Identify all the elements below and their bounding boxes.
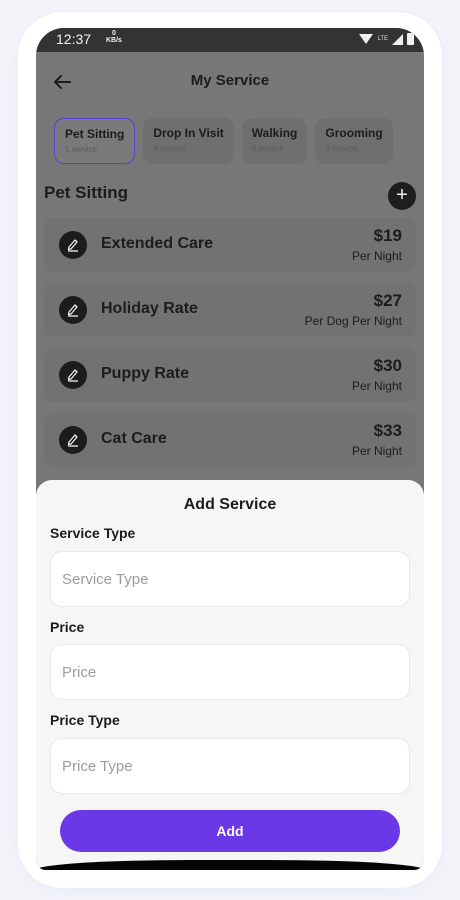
service-price-unit: Per Dog Per Night [304, 314, 402, 328]
service-name: Holiday Rate [101, 300, 198, 317]
section-title: Pet Sitting [44, 183, 129, 202]
tab-label: Pet Sitting [65, 127, 125, 141]
add-button[interactable]: Add [60, 810, 400, 852]
service-name: Puppy Rate [101, 365, 190, 382]
tab-count: 0 service [251, 144, 284, 153]
service-price-unit: Per Night [351, 249, 402, 263]
wifi-icon [359, 34, 374, 44]
device-bottom-edge [36, 860, 424, 870]
service-name: Extended Care [101, 235, 214, 252]
service-category-tabs: Pet Sitting 5 service Drop In Visit 4 se… [54, 118, 393, 166]
app-header: My Service [36, 52, 424, 114]
service-price: $33 [373, 421, 402, 440]
network-speed: 0 KB/s [106, 30, 122, 44]
service-price: $30 [373, 356, 402, 375]
network-speed-value: 0 [112, 30, 116, 37]
tab-label: Drop In Visit [153, 126, 224, 140]
service-price-unit: Per Night [351, 379, 402, 393]
sheet-title: Add Service [183, 496, 277, 513]
lte-indicator: LTE [377, 36, 388, 42]
price-type-label: Price Type [50, 712, 120, 728]
pencil-icon [67, 239, 78, 252]
tab-label: Walking [251, 126, 298, 140]
price-label: Price [50, 619, 85, 635]
service-card[interactable]: Holiday Rate $27 Per Dog Per Night [44, 283, 416, 337]
status-time: 12:37 [56, 31, 92, 47]
edit-button[interactable] [59, 296, 87, 324]
tab-label: Grooming [325, 126, 383, 140]
page-title: My Service [190, 72, 270, 89]
edit-button[interactable] [59, 231, 87, 259]
pencil-icon [67, 434, 78, 447]
service-card[interactable]: Cat Care $33 Per Night [44, 413, 416, 467]
service-price: $19 [373, 226, 402, 245]
tab-count: 3 service [325, 144, 358, 153]
plus-icon: + [396, 184, 408, 206]
edit-button[interactable] [59, 426, 87, 454]
service-price: $27 [373, 291, 402, 310]
status-bar: 12:37 0 KB/s LTE [36, 28, 424, 52]
status-icons: LTE [359, 33, 414, 45]
tab-pet-sitting[interactable]: Pet Sitting 5 service [54, 118, 136, 164]
service-price-unit: Per Night [351, 444, 402, 458]
tab-count: 4 service [153, 144, 186, 153]
edit-button[interactable] [59, 361, 87, 389]
pencil-icon [67, 304, 78, 317]
service-type-input[interactable] [50, 551, 410, 607]
app-screen: 12:37 0 KB/s LTE My Service Pet Sitting … [36, 28, 424, 870]
battery-icon [407, 33, 414, 45]
pencil-icon [67, 369, 78, 382]
tab-grooming[interactable]: Grooming 3 service [315, 118, 393, 164]
tab-count: 5 service [65, 145, 98, 154]
service-type-label: Service Type [50, 525, 136, 541]
price-type-input[interactable] [50, 738, 410, 794]
signal-icon [392, 33, 403, 45]
service-name: Cat Care [101, 430, 167, 447]
tab-drop-in-visit[interactable]: Drop In Visit 4 service [143, 118, 234, 164]
price-input[interactable] [50, 644, 410, 700]
add-service-sheet: Add Service Service Type Price Price Typ… [36, 480, 424, 870]
service-card[interactable]: Puppy Rate $30 Per Night [44, 348, 416, 402]
network-speed-unit: KB/s [106, 37, 122, 44]
add-service-button[interactable]: + [388, 182, 416, 210]
service-card[interactable]: Extended Care $19 Per Night [44, 218, 416, 272]
tab-walking[interactable]: Walking 0 service [241, 118, 308, 164]
